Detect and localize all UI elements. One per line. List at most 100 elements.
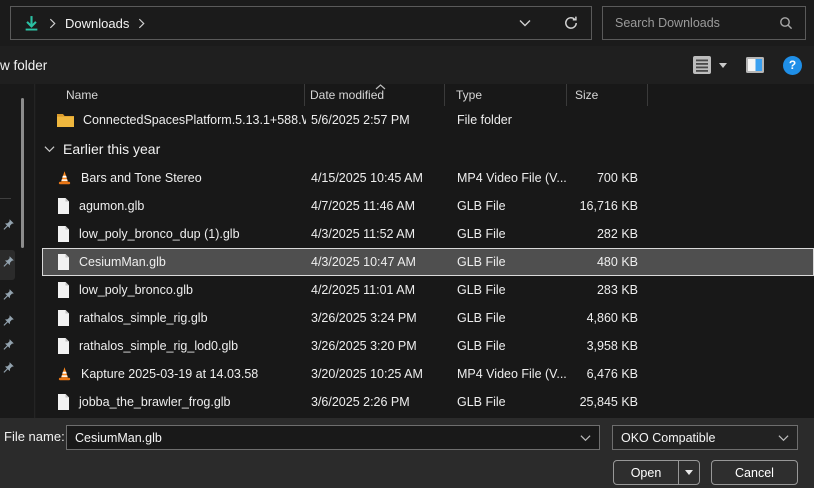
- file-row[interactable]: agumon.glb4/7/2025 11:46 AMGLB File16,71…: [42, 192, 814, 220]
- type-cell: GLB File: [446, 227, 568, 241]
- file-name-text: rathalos_simple_rig.glb: [79, 311, 208, 325]
- column-header-size[interactable]: Size: [567, 84, 648, 106]
- file-name-text: ConnectedSpacesPlatform.5.13.1+588.Wi...: [83, 113, 306, 127]
- date-modified-cell: 5/6/2025 2:57 PM: [306, 113, 446, 127]
- file-name-cell: CesiumMan.glb: [43, 254, 306, 270]
- file-name-dropdown-chevron-icon[interactable]: [580, 434, 591, 442]
- search-input[interactable]: [615, 16, 779, 30]
- file-name-cell: Bars and Tone Stereo: [43, 170, 306, 186]
- pin-icon[interactable]: [1, 314, 15, 328]
- column-header-row: Name Date modified Type Size: [42, 84, 814, 106]
- open-split-button[interactable]: Open: [613, 460, 700, 485]
- file-list: Name Date modified Type Size ConnectedSp…: [36, 84, 814, 418]
- size-cell: 3,958 KB: [568, 339, 649, 353]
- file-name-cell: jobba_the_brawler_frog.glb: [43, 394, 306, 410]
- file-icon: [57, 226, 70, 242]
- change-view-button[interactable]: [692, 55, 727, 75]
- size-cell: 282 KB: [568, 227, 649, 241]
- file-row[interactable]: low_poly_bronco.glb 4/2/2025 11:01 AMGLB …: [42, 276, 814, 304]
- file-name-cell: ConnectedSpacesPlatform.5.13.1+588.Wi...: [43, 113, 306, 127]
- open-button-label[interactable]: Open: [614, 466, 678, 480]
- date-modified-cell: 3/26/2025 3:20 PM: [306, 339, 446, 353]
- file-name-cell: low_poly_bronco.glb: [43, 282, 306, 298]
- refresh-icon[interactable]: [563, 15, 579, 31]
- size-cell: 25,845 KB: [568, 395, 649, 409]
- file-icon: [57, 310, 70, 326]
- pin-icon[interactable]: [1, 288, 15, 302]
- date-modified-cell: 3/6/2025 2:26 PM: [306, 395, 446, 409]
- file-type-dropdown-chevron-icon: [778, 434, 789, 442]
- caret-down-icon: [685, 470, 693, 475]
- file-name-combobox[interactable]: [66, 425, 600, 450]
- pin-icon[interactable]: [1, 218, 15, 232]
- file-row[interactable]: rathalos_simple_rig_lod0.glb 3/26/2025 3:…: [42, 332, 814, 360]
- size-cell: 6,476 KB: [568, 367, 649, 381]
- file-name-text: jobba_the_brawler_frog.glb: [79, 395, 231, 409]
- column-header-name[interactable]: Name: [42, 84, 305, 106]
- type-cell: GLB File: [446, 199, 568, 213]
- file-row[interactable]: rathalos_simple_rig.glb 3/26/2025 3:24 PM…: [42, 304, 814, 332]
- file-name-text: CesiumMan.glb: [79, 255, 166, 269]
- file-row[interactable]: Kapture 2025-03-19 at 14.03.583/20/2025 …: [42, 360, 814, 388]
- size-cell: 700 KB: [568, 171, 649, 185]
- address-bar[interactable]: Downloads: [10, 6, 592, 40]
- help-button[interactable]: ?: [783, 56, 802, 75]
- dialog-top-chrome: Downloads: [0, 0, 814, 46]
- file-name-label: File name:: [4, 429, 65, 444]
- size-cell: 283 KB: [568, 283, 649, 297]
- file-row[interactable]: jobba_the_brawler_frog.glb 3/6/2025 2:26 …: [42, 388, 814, 416]
- details-view-icon: [692, 55, 712, 75]
- file-name-cell: rathalos_simple_rig.glb: [43, 310, 306, 326]
- search-icon[interactable]: [779, 16, 793, 30]
- new-folder-button[interactable]: w folder: [0, 58, 47, 73]
- file-name-cell: rathalos_simple_rig_lod0.glb: [43, 338, 306, 354]
- preview-pane-button[interactable]: [745, 55, 765, 75]
- date-modified-cell: 4/3/2025 11:52 AM: [306, 227, 446, 241]
- file-row[interactable]: CesiumMan.glb 4/3/2025 10:47 AMGLB File48…: [42, 248, 814, 276]
- nav-list-divider: [34, 84, 35, 418]
- file-icon: [57, 282, 70, 298]
- date-modified-cell: 4/2/2025 11:01 AM: [306, 283, 446, 297]
- group-header[interactable]: Earlier this year: [42, 134, 814, 164]
- view-dropdown-caret-icon: [719, 63, 727, 68]
- vlc-icon: [57, 366, 72, 382]
- date-modified-cell: 3/26/2025 3:24 PM: [306, 311, 446, 325]
- file-name-text: Kapture 2025-03-19 at 14.03.58: [81, 367, 258, 381]
- file-open-dialog: Downloads w folder: [0, 0, 814, 488]
- pin-icon[interactable]: [1, 255, 15, 269]
- group-collapse-chevron-icon[interactable]: [44, 145, 55, 153]
- file-type-value: OKO Compatible: [621, 431, 778, 445]
- date-modified-cell: 4/7/2025 11:46 AM: [306, 199, 446, 213]
- file-name-text: rathalos_simple_rig_lod0.glb: [79, 339, 238, 353]
- address-dropdown-chevron-icon[interactable]: [519, 19, 531, 27]
- pin-icon[interactable]: [1, 338, 15, 352]
- file-icon: [57, 254, 70, 270]
- file-row[interactable]: low_poly_bronco_dup (1).glb4/3/2025 11:5…: [42, 220, 814, 248]
- cancel-button[interactable]: Cancel: [711, 460, 798, 485]
- file-row[interactable]: ConnectedSpacesPlatform.5.13.1+588.Wi...…: [42, 106, 814, 134]
- column-header-type[interactable]: Type: [445, 84, 567, 106]
- pin-icon[interactable]: [1, 361, 15, 375]
- size-cell: 480 KB: [568, 255, 649, 269]
- file-row[interactable]: Bars and Tone Stereo4/15/2025 10:45 AMMP…: [42, 164, 814, 192]
- dialog-footer: File name: OKO Compatible Open Cancel: [0, 418, 814, 488]
- breadcrumb-location[interactable]: Downloads: [65, 16, 129, 31]
- open-dropdown-caret[interactable]: [679, 470, 699, 475]
- file-name-input[interactable]: [75, 431, 580, 445]
- type-cell: GLB File: [446, 255, 568, 269]
- sort-ascending-icon: [375, 84, 386, 90]
- group-header-label: Earlier this year: [63, 141, 160, 157]
- file-type-select[interactable]: OKO Compatible: [612, 425, 798, 450]
- chevron-right-icon[interactable]: [138, 18, 145, 29]
- type-cell: GLB File: [446, 283, 568, 297]
- type-cell: GLB File: [446, 311, 568, 325]
- date-modified-cell: 4/15/2025 10:45 AM: [306, 171, 446, 185]
- downloads-icon: [23, 15, 40, 32]
- file-name-cell: Kapture 2025-03-19 at 14.03.58: [43, 366, 306, 382]
- type-cell: MP4 Video File (V...: [446, 367, 568, 381]
- nav-scrollbar[interactable]: [21, 98, 24, 248]
- type-cell: File folder: [446, 113, 568, 127]
- search-box[interactable]: [602, 6, 806, 40]
- file-name-text: low_poly_bronco.glb: [79, 283, 193, 297]
- date-modified-cell: 4/3/2025 10:47 AM: [306, 255, 446, 269]
